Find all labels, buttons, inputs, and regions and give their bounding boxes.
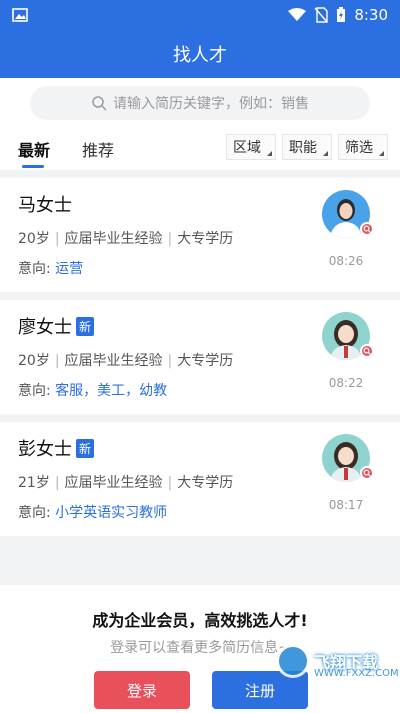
promo-title: 成为企业会员，高效挑选人才! bbox=[92, 611, 308, 630]
candidate-info: 21岁 | 应届毕业生经验 | 大专学历 bbox=[18, 475, 234, 491]
app-bar: 找人才 bbox=[0, 30, 400, 78]
avatar bbox=[322, 434, 374, 482]
candidate-list: 马女士 20岁 | 应届毕业生经验 | 大专学历 意向: 运营 08:26 廖女士 新 … bbox=[0, 178, 400, 544]
view-resume-icon bbox=[360, 222, 374, 236]
candidate-education: 大专学历 bbox=[177, 231, 234, 247]
search-input[interactable]: 请输入简历关键字，例如：销售 bbox=[30, 86, 370, 120]
login-button[interactable]: 登录 bbox=[94, 671, 190, 709]
post-time: 08:17 bbox=[328, 498, 364, 512]
new-badge: 新 bbox=[76, 438, 95, 458]
candidate-education: 大专学历 bbox=[177, 475, 234, 491]
tab-latest[interactable]: 最新 bbox=[18, 128, 50, 170]
view-resume-icon bbox=[360, 466, 374, 480]
filter-label: 职能 bbox=[289, 140, 317, 156]
intent-label: 意向: bbox=[18, 505, 51, 521]
candidate-info: 20岁 | 应届毕业生经验 | 大专学历 bbox=[18, 231, 234, 247]
battery-charging-icon bbox=[336, 7, 346, 23]
wifi-icon bbox=[288, 8, 307, 22]
intent-value: 运营 bbox=[55, 261, 84, 277]
intent-value: 客服，美工，幼教 bbox=[55, 383, 168, 399]
search-icon bbox=[91, 95, 107, 111]
status-time: 8:30 bbox=[354, 6, 388, 24]
no-sim-icon bbox=[314, 7, 329, 23]
view-resume-icon bbox=[360, 344, 374, 358]
dropdown-triangle-icon bbox=[379, 151, 384, 156]
candidate-age: 21岁 bbox=[18, 475, 50, 491]
status-bar: 8:30 bbox=[0, 0, 400, 30]
watermark-url: WWW.FXXZ.COM bbox=[314, 668, 399, 679]
candidate-name: 马女士 bbox=[18, 195, 72, 216]
candidate-name: 廖女士 bbox=[18, 317, 72, 338]
filter-group: 区域 职能 筛选 bbox=[226, 134, 388, 160]
candidate-experience: 应届毕业生经验 bbox=[64, 353, 163, 369]
filter-label: 区域 bbox=[233, 140, 261, 156]
dropdown-triangle-icon bbox=[323, 151, 328, 156]
page-title: 找人才 bbox=[173, 45, 227, 66]
candidate-experience: 应届毕业生经验 bbox=[64, 475, 163, 491]
candidate-info: 20岁 | 应届毕业生经验 | 大专学历 bbox=[18, 353, 234, 369]
search-placeholder: 请输入简历关键字，例如：销售 bbox=[113, 96, 309, 112]
dropdown-triangle-icon bbox=[267, 151, 272, 156]
filter-function[interactable]: 职能 bbox=[282, 134, 332, 160]
candidate-experience: 应届毕业生经验 bbox=[64, 231, 163, 247]
intent-label: 意向: bbox=[18, 261, 51, 277]
avatar bbox=[322, 312, 374, 360]
candidate-card[interactable]: 彭女士 新 21岁 | 应届毕业生经验 | 大专学历 意向: 小学英语实习教师 08:1… bbox=[0, 422, 400, 536]
candidate-age: 20岁 bbox=[18, 231, 50, 247]
candidate-age: 20岁 bbox=[18, 353, 50, 369]
new-badge: 新 bbox=[76, 316, 95, 336]
watermark: 飞翔下载 WWW.FXXZ.COM bbox=[276, 640, 399, 682]
post-time: 08:26 bbox=[328, 254, 364, 268]
candidate-name: 彭女士 bbox=[18, 439, 72, 460]
filter-region[interactable]: 区域 bbox=[226, 134, 276, 160]
candidate-card[interactable]: 廖女士 新 20岁 | 应届毕业生经验 | 大专学历 意向: 客服，美工，幼教 08:2… bbox=[0, 300, 400, 414]
watermark-logo-icon bbox=[276, 644, 310, 678]
avatar bbox=[322, 190, 374, 238]
tab-recommended[interactable]: 推荐 bbox=[82, 128, 114, 170]
candidate-education: 大专学历 bbox=[177, 353, 234, 369]
image-icon bbox=[12, 8, 28, 22]
candidate-card[interactable]: 马女士 20岁 | 应届毕业生经验 | 大专学历 意向: 运营 08:26 bbox=[0, 178, 400, 292]
tab-bar: 最新 推荐 区域 职能 筛选 bbox=[0, 128, 400, 170]
intent-value: 小学英语实习教师 bbox=[55, 505, 168, 521]
intent-label: 意向: bbox=[18, 383, 51, 399]
filter-label: 筛选 bbox=[345, 140, 373, 156]
search-area: 请输入简历关键字，例如：销售 bbox=[0, 78, 400, 128]
filter-more[interactable]: 筛选 bbox=[338, 134, 388, 160]
post-time: 08:22 bbox=[328, 376, 364, 390]
